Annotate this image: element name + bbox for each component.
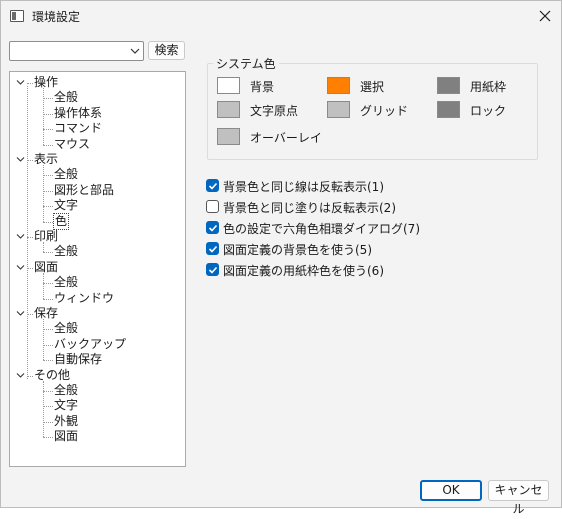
tree-item[interactable]: 全般 [54, 90, 78, 105]
tree-item[interactable]: 操作体系 [54, 106, 102, 121]
checkbox-checked[interactable] [206, 263, 219, 276]
window-title: 環境設定 [32, 10, 81, 24]
chevron-down-icon[interactable] [16, 263, 25, 272]
tree-category[interactable]: 図面 [34, 260, 58, 275]
color-swatch-button[interactable] [217, 101, 240, 118]
tree-item[interactable]: 図面 [54, 429, 78, 444]
tree-item[interactable]: コマンド [54, 121, 102, 136]
color-swatch-button[interactable] [327, 101, 350, 118]
option-label: 図面定義の用紙枠色を使う(6) [223, 264, 384, 278]
tree-item[interactable]: バックアップ [54, 337, 126, 352]
tree-connector [43, 319, 44, 361]
tree-connector [43, 329, 53, 331]
tree-connector [27, 83, 33, 84]
tree-item[interactable]: 全般 [54, 383, 78, 398]
tree-connector [43, 175, 53, 177]
close-button[interactable] [531, 3, 559, 29]
tree-item[interactable]: マウス [54, 137, 90, 152]
app-window-icon [10, 10, 24, 22]
color-swatch-button[interactable] [437, 101, 460, 118]
color-swatch-label: ロック [470, 104, 507, 118]
check-icon [208, 245, 218, 253]
tree-connector [43, 283, 53, 285]
tree-item[interactable]: 全般 [54, 275, 78, 290]
tree-connector [43, 88, 44, 145]
chevron-down-icon[interactable] [16, 78, 25, 87]
color-swatch-label: オーバーレイ [250, 131, 322, 145]
check-icon [208, 224, 218, 232]
color-swatch-label: 背景 [250, 80, 275, 94]
tree-connector [43, 165, 44, 222]
tree-category[interactable]: 保存 [34, 306, 58, 321]
cancel-button[interactable]: キャンセル [488, 480, 549, 516]
tree-connector [43, 129, 53, 131]
color-swatch-label: 文字原点 [250, 104, 299, 118]
chevron-down-icon[interactable] [130, 46, 140, 56]
system-colors-title: システム色 [213, 55, 279, 72]
settings-tree[interactable]: 操作 全般 操作体系 コマンド マウス 表示 全般 図形と部品 文字色印刷 全般 図面 全般 ウィンドウ… [9, 71, 186, 467]
color-swatch-label: 選択 [360, 80, 385, 94]
tree-item[interactable]: 全般 [54, 167, 78, 182]
checkbox-checked[interactable] [206, 221, 219, 234]
tree-connector [43, 380, 44, 438]
checkbox-unchecked[interactable] [206, 200, 219, 213]
search-button[interactable]: 検索 [148, 41, 185, 60]
tree-item[interactable]: 全般 [54, 244, 78, 259]
tree-connector [43, 437, 53, 439]
tree-category[interactable]: 表示 [34, 152, 58, 167]
tree-item[interactable]: 図形と部品 [54, 183, 114, 198]
tree-connector [43, 298, 53, 300]
chevron-down-icon[interactable] [16, 232, 25, 241]
color-swatch-button[interactable] [437, 77, 460, 94]
tree-category[interactable]: その他 [34, 368, 70, 383]
tree-item[interactable]: ウィンドウ [54, 291, 114, 306]
tree-item-selected[interactable]: 色 [52, 212, 70, 230]
tree-connector [43, 360, 53, 362]
check-icon [208, 182, 218, 190]
option-label: 背景色と同じ線は反転表示(1) [223, 180, 384, 194]
tree-connector [43, 252, 53, 254]
tree-category[interactable]: 印刷 [34, 229, 58, 244]
close-icon [539, 10, 551, 22]
option-label: 背景色と同じ塗りは反転表示(2) [223, 201, 396, 215]
tree-category[interactable]: 操作 [34, 75, 58, 90]
color-swatch-label: グリッド [360, 104, 409, 118]
color-swatch-button[interactable] [217, 77, 240, 94]
color-swatch-button[interactable] [217, 128, 240, 145]
tree-connector [43, 221, 53, 223]
ok-button[interactable]: OK [420, 480, 482, 501]
tree-connector [27, 86, 28, 379]
tree-connector [43, 421, 53, 423]
search-combobox[interactable] [9, 41, 144, 61]
tree-connector [43, 144, 53, 146]
option-label: 色の設定で六角色相環ダイアログ(7) [223, 222, 420, 236]
tree-item[interactable]: 文字 [54, 198, 78, 213]
tree-connector [43, 344, 53, 346]
checkbox-checked[interactable] [206, 242, 219, 255]
tree-connector [43, 242, 44, 253]
title-bar[interactable]: 環境設定 [1, 1, 561, 32]
chevron-down-icon[interactable] [16, 155, 25, 164]
tree-connector [43, 391, 53, 392]
search-combobox-value [14, 44, 122, 59]
tree-connector [43, 272, 44, 299]
tree-connector [43, 406, 53, 408]
tree-connector [43, 113, 53, 115]
tree-connector [43, 206, 53, 208]
chevron-down-icon[interactable] [16, 309, 25, 318]
option-label: 図面定義の背景色を使う(5) [223, 243, 372, 257]
color-swatch-button[interactable] [327, 77, 350, 94]
tree-connector [43, 190, 53, 192]
preferences-dialog: 環境設定 検索 操作 全般 操作体系 コマンド マウス 表示 全般 図形と部品 文字色印刷 全般図… [0, 0, 562, 516]
checkbox-checked[interactable] [206, 179, 219, 192]
check-icon [208, 266, 218, 274]
tree-item[interactable]: 外観 [54, 414, 78, 429]
tree-item[interactable]: 全般 [54, 321, 78, 336]
tree-item[interactable]: 文字 [54, 398, 78, 413]
color-swatch-label: 用紙枠 [470, 80, 507, 94]
tree-item[interactable]: 自動保存 [54, 352, 102, 367]
tree-connector [43, 98, 53, 100]
chevron-down-icon[interactable] [16, 371, 25, 380]
